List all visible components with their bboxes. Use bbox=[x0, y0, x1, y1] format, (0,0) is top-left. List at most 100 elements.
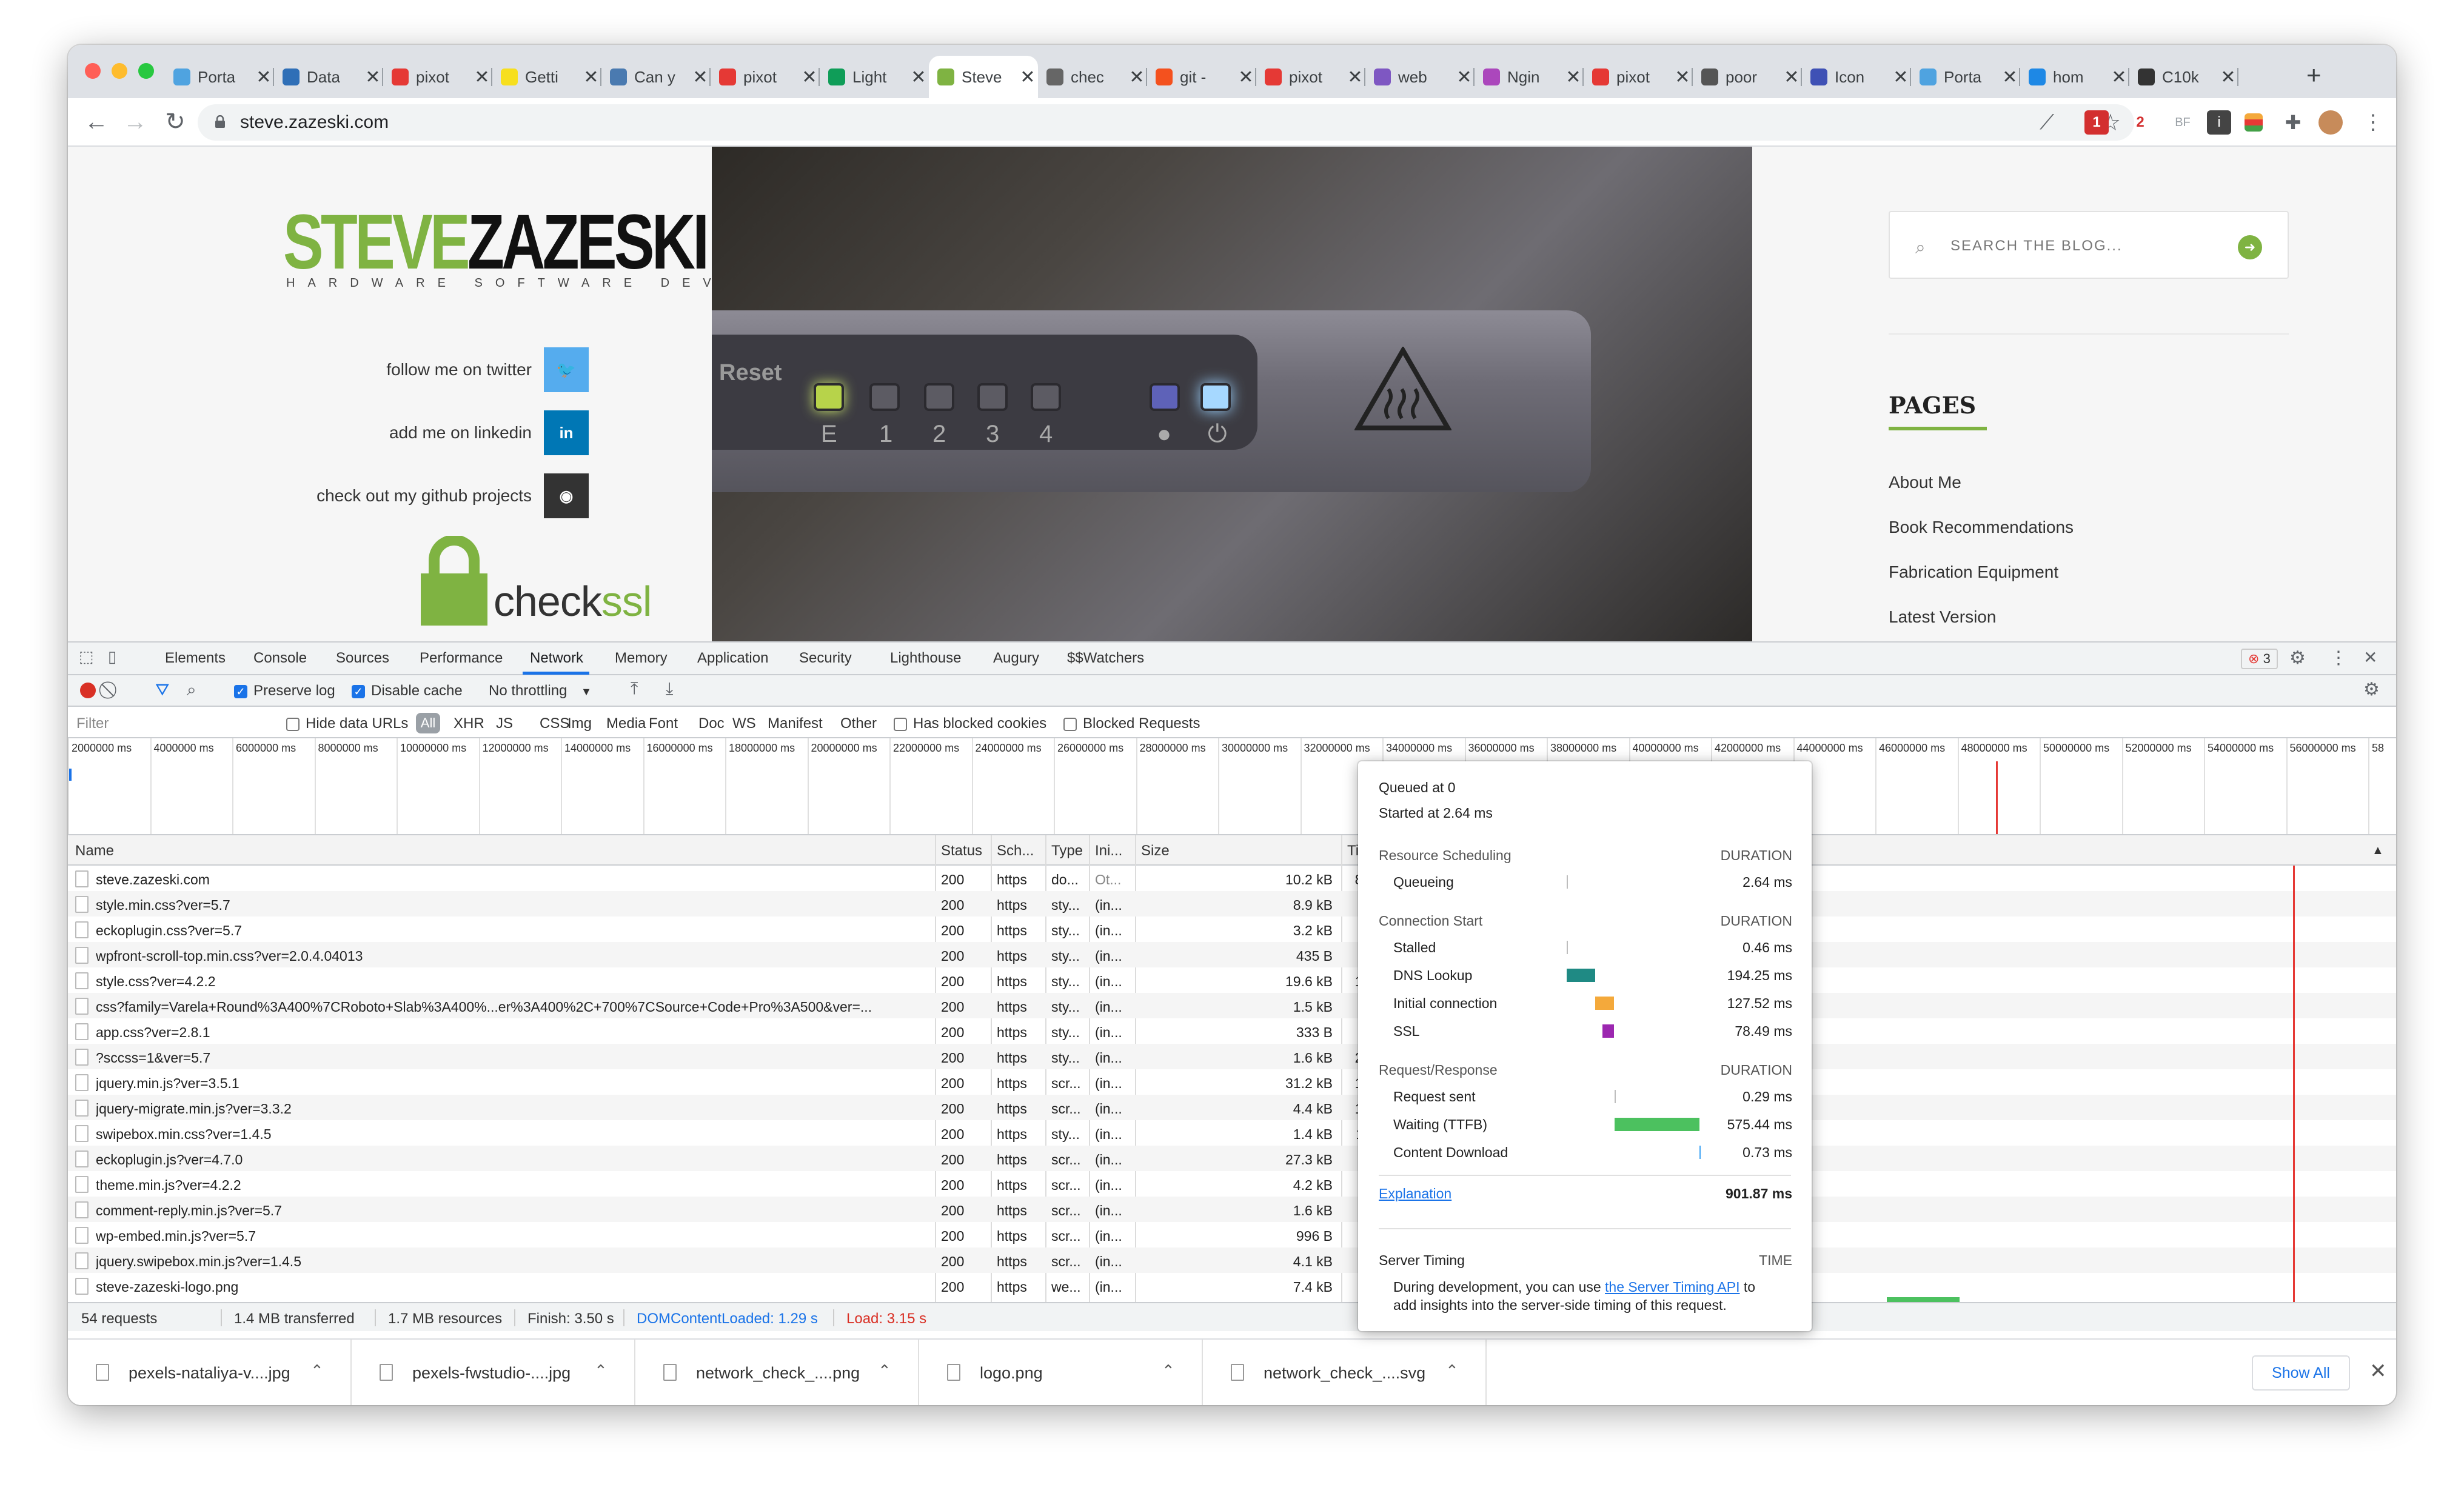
tab-close-icon[interactable]: ✕ bbox=[1672, 67, 1693, 88]
new-tab-button[interactable]: + bbox=[2306, 62, 2322, 88]
show-all-downloads-button[interactable]: Show All bbox=[2252, 1355, 2350, 1391]
tab-close-icon[interactable]: ✕ bbox=[1345, 67, 1365, 88]
checkssl-badge[interactable]: checkssl bbox=[494, 577, 652, 626]
table-row[interactable]: eckoplugin.css?ver=5.7 200 https sty... (in.… bbox=[68, 917, 2396, 942]
request-initiator[interactable]: (in... bbox=[1095, 999, 1131, 1015]
request-initiator[interactable]: (in... bbox=[1095, 897, 1131, 913]
table-row[interactable]: eckoplugin.js?ver=4.7.0 200 https scr... (in… bbox=[68, 1146, 2396, 1171]
extension-badge-2-icon[interactable]: 2 bbox=[2128, 110, 2152, 135]
record-button[interactable] bbox=[80, 683, 96, 698]
request-initiator[interactable]: (in... bbox=[1095, 1126, 1131, 1143]
import-har-icon[interactable]: ⤒ bbox=[631, 679, 638, 699]
download-item[interactable]: logo.png ⌃ bbox=[919, 1340, 1203, 1405]
request-initiator[interactable]: (in... bbox=[1095, 1152, 1131, 1168]
col-size-header[interactable]: Size bbox=[1141, 843, 1170, 860]
server-timing-api-link[interactable]: the Server Timing API bbox=[1605, 1279, 1739, 1295]
browser-tab[interactable]: chec ✕ bbox=[1038, 56, 1147, 98]
tab-close-icon[interactable]: ✕ bbox=[690, 67, 711, 88]
search-network-icon[interactable]: ⌕ bbox=[187, 680, 196, 700]
extension-badge-1-icon[interactable]: 1 bbox=[2084, 110, 2109, 135]
devtools-tab-augury[interactable]: Augury bbox=[993, 650, 1039, 667]
browser-tab[interactable]: Getti ✕ bbox=[492, 56, 601, 98]
blocked-cookies-checkbox[interactable]: Has blocked cookies bbox=[894, 715, 1046, 732]
browser-tab[interactable]: web ✕ bbox=[1365, 56, 1475, 98]
browser-tab[interactable]: Porta ✕ bbox=[1911, 56, 2020, 98]
devtools-tab-console[interactable]: Console bbox=[253, 650, 307, 667]
devtools-tab-security[interactable]: Security bbox=[799, 650, 852, 667]
request-initiator[interactable]: (in... bbox=[1095, 1075, 1131, 1092]
col-scheme-header[interactable]: Sch... bbox=[997, 843, 1034, 860]
network-settings-icon[interactable]: ⚙ bbox=[2363, 679, 2380, 700]
blocked-requests-checkbox[interactable]: Blocked Requests bbox=[1063, 715, 1200, 732]
tab-close-icon[interactable]: ✕ bbox=[253, 67, 274, 88]
explanation-link[interactable]: Explanation bbox=[1379, 1186, 1451, 1202]
table-row[interactable]: steve-zazeski-logo.png 200 https we... (in..… bbox=[68, 1273, 2396, 1298]
extension-arrow-icon[interactable]: ⟋ bbox=[2035, 110, 2059, 135]
social-link-github[interactable]: check out my github projects ◉ bbox=[316, 473, 589, 518]
filter-all-button[interactable]: All bbox=[416, 713, 440, 733]
col-initiator-header[interactable]: Ini... bbox=[1095, 843, 1122, 860]
request-initiator[interactable]: (in... bbox=[1095, 923, 1131, 939]
request-initiator[interactable]: (in... bbox=[1095, 1177, 1131, 1194]
browser-tab[interactable]: pixot ✕ bbox=[1584, 56, 1693, 98]
request-initiator[interactable]: (in... bbox=[1095, 1024, 1131, 1041]
request-initiator[interactable]: Ot... bbox=[1095, 872, 1131, 888]
table-row[interactable]: wp-embed.min.js?ver=5.7 200 https scr... (in… bbox=[68, 1222, 2396, 1247]
tab-close-icon[interactable]: ✕ bbox=[1017, 67, 1038, 88]
minimize-window-button[interactable] bbox=[112, 63, 127, 79]
request-initiator[interactable]: (in... bbox=[1095, 1050, 1131, 1066]
tab-close-icon[interactable]: ✕ bbox=[2000, 67, 2020, 88]
devtools-close-icon[interactable]: ✕ bbox=[2363, 647, 2377, 667]
inspect-element-icon[interactable]: ⬚ bbox=[79, 647, 94, 666]
browser-tab[interactable]: Steve ✕ bbox=[929, 56, 1038, 98]
tab-close-icon[interactable]: ✕ bbox=[581, 67, 601, 88]
devtools-more-icon[interactable]: ⋮ bbox=[2329, 647, 2348, 669]
browser-tab[interactable]: hom ✕ bbox=[2020, 56, 2129, 98]
extension-bf-icon[interactable]: BF bbox=[2171, 110, 2195, 135]
request-initiator[interactable]: (in... bbox=[1095, 1279, 1131, 1295]
request-initiator[interactable]: (in... bbox=[1095, 948, 1131, 964]
request-initiator[interactable]: (in... bbox=[1095, 1101, 1131, 1117]
network-overview-timeline[interactable]: 2000000 ms 4000000 ms 6000000 ms 8000000 ms… bbox=[68, 738, 2396, 835]
tab-close-icon[interactable]: ✕ bbox=[908, 67, 929, 88]
browser-tab[interactable]: Ngin ✕ bbox=[1475, 56, 1584, 98]
download-item[interactable]: pexels-nataliya-v....jpg ⌃ bbox=[68, 1340, 352, 1405]
twitter-icon[interactable]: 🐦 bbox=[544, 347, 589, 392]
table-row[interactable]: theme.min.js?ver=4.2.2 200 https scr... (in.… bbox=[68, 1171, 2396, 1197]
browser-tab[interactable]: Can y ✕ bbox=[601, 56, 711, 98]
blog-search-box[interactable]: ⌕ SEARCH THE BLOG... ➜ bbox=[1889, 211, 2289, 279]
social-link-twitter[interactable]: follow me on twitter 🐦 bbox=[386, 347, 589, 392]
table-row[interactable]: jquery.min.js?ver=3.5.1 200 https scr... (in… bbox=[68, 1069, 2396, 1095]
page-link[interactable]: About Me bbox=[1889, 473, 1961, 492]
request-initiator[interactable]: (in... bbox=[1095, 1254, 1131, 1270]
tab-close-icon[interactable]: ✕ bbox=[2109, 67, 2129, 88]
page-link[interactable]: Latest Version bbox=[1889, 607, 1996, 627]
devtools-tab-network[interactable]: Network bbox=[530, 650, 583, 667]
site-logo[interactable]: STEVEZAZESKI bbox=[283, 204, 709, 281]
tab-close-icon[interactable]: ✕ bbox=[799, 67, 820, 88]
hide-data-urls-checkbox[interactable]: Hide data URLs bbox=[286, 715, 408, 732]
profile-avatar[interactable] bbox=[2318, 110, 2343, 135]
request-initiator[interactable]: (in... bbox=[1095, 1228, 1131, 1244]
filter-type-xhr[interactable]: XHR bbox=[454, 715, 484, 732]
tab-close-icon[interactable]: ✕ bbox=[1236, 67, 1256, 88]
tab-close-icon[interactable]: ✕ bbox=[2218, 67, 2238, 88]
close-downloads-icon[interactable]: ✕ bbox=[2369, 1359, 2387, 1383]
col-name-header[interactable]: Name bbox=[75, 843, 114, 860]
linkedin-icon[interactable]: in bbox=[544, 410, 589, 455]
filter-type-doc[interactable]: Doc bbox=[698, 715, 725, 732]
error-count-badge[interactable]: ⊗ 3 bbox=[2241, 649, 2278, 669]
browser-tab[interactable]: pixot ✕ bbox=[383, 56, 492, 98]
browser-tab[interactable]: git - ✕ bbox=[1147, 56, 1256, 98]
social-link-linkedin[interactable]: add me on linkedin in bbox=[389, 410, 589, 455]
filter-type-js[interactable]: JS bbox=[496, 715, 513, 732]
device-toolbar-icon[interactable]: ▯ bbox=[108, 647, 116, 666]
chevron-up-icon[interactable]: ⌃ bbox=[878, 1361, 891, 1380]
reload-icon[interactable]: ↻ bbox=[160, 107, 190, 137]
request-initiator[interactable]: (in... bbox=[1095, 973, 1131, 990]
devtools-tab-lighthouse[interactable]: Lighthouse bbox=[890, 650, 961, 667]
table-row[interactable]: style.min.css?ver=5.7 200 https sty... (in..… bbox=[68, 891, 2396, 917]
table-row[interactable]: jquery-migrate.min.js?ver=3.3.2 200 https s… bbox=[68, 1095, 2396, 1120]
devtools-tab-elements[interactable]: Elements bbox=[165, 650, 226, 667]
filter-type-img[interactable]: Img bbox=[567, 715, 592, 732]
